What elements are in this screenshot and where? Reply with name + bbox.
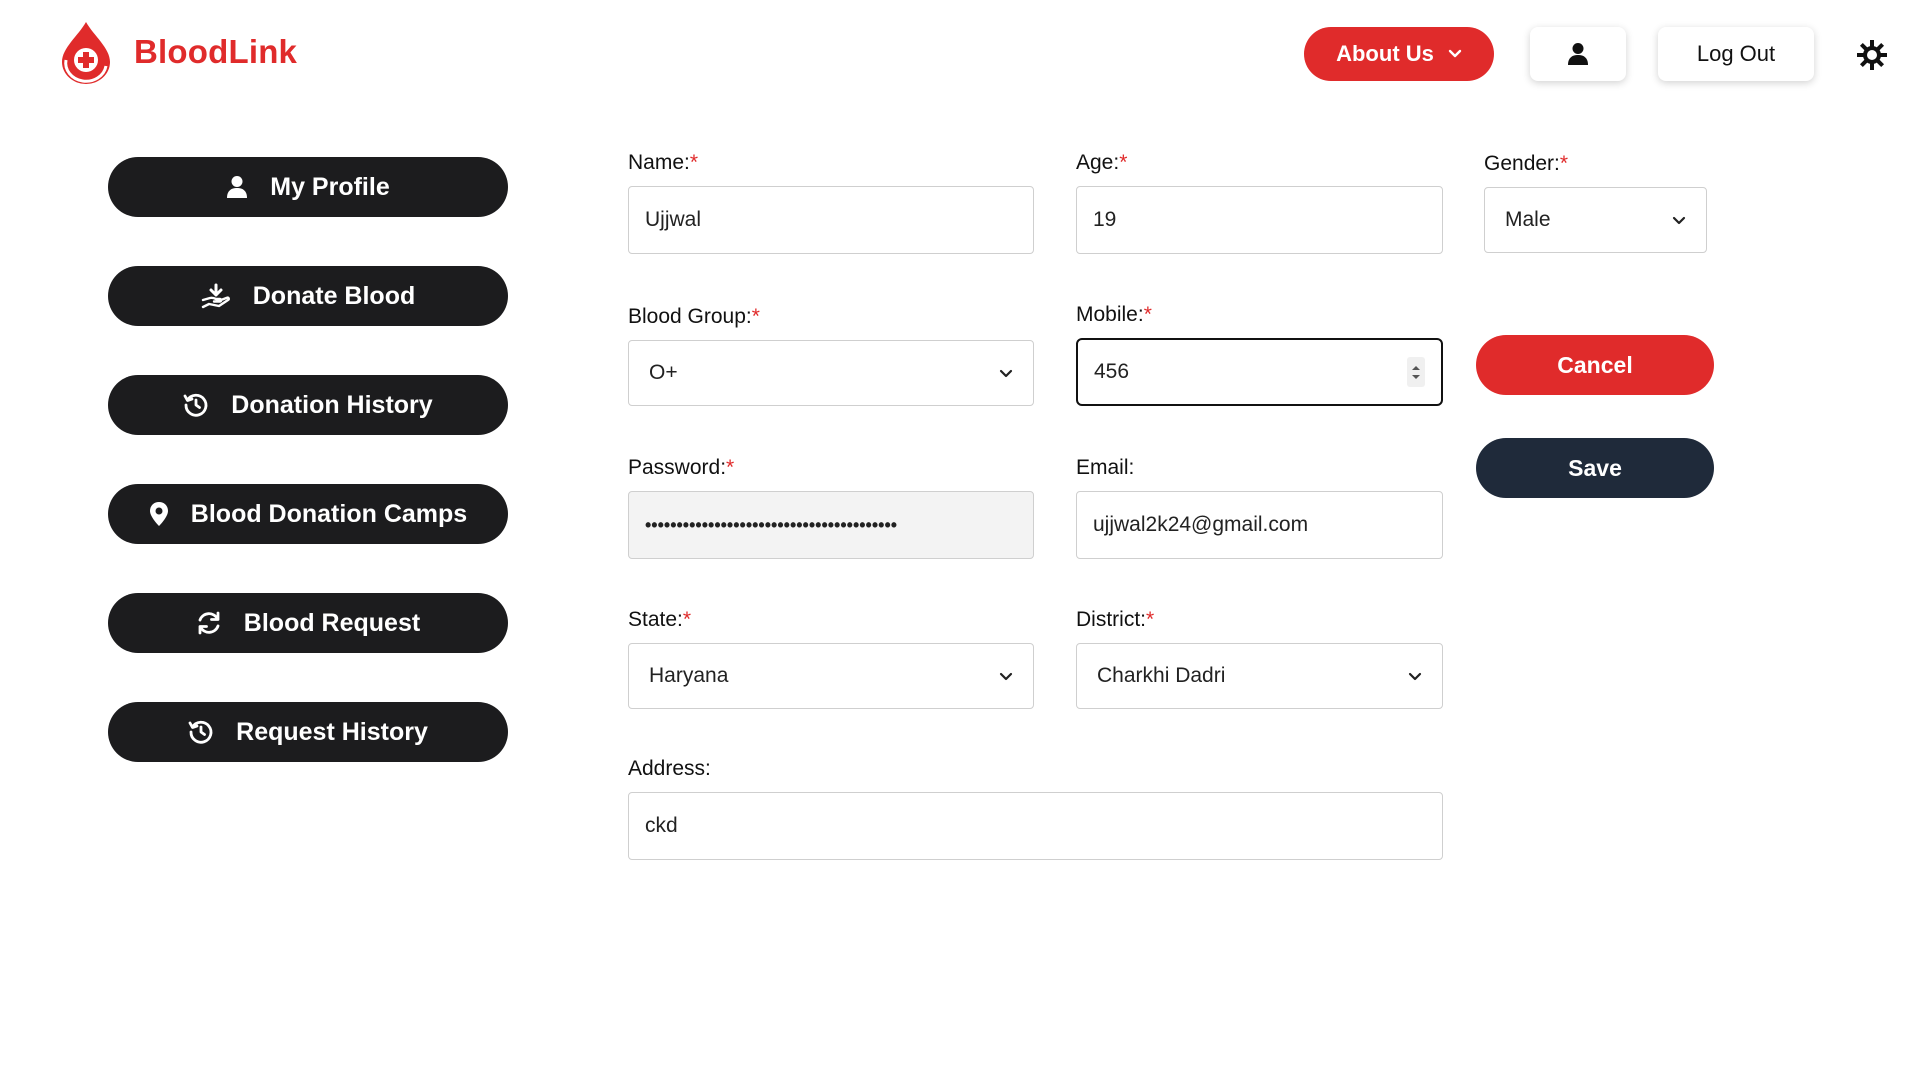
chevron-down-icon <box>1672 216 1686 224</box>
required-asterisk: * <box>1119 151 1128 174</box>
about-us-label: About Us <box>1336 41 1434 66</box>
mobile-value: 456 <box>1094 360 1130 383</box>
address-input[interactable]: ckd <box>628 792 1443 860</box>
chevron-down-icon <box>1448 49 1462 58</box>
email-label: Email: <box>1076 456 1135 479</box>
user-icon <box>227 176 248 198</box>
age-value: 19 <box>1093 208 1117 231</box>
district-value: Charkhi Dadri <box>1097 664 1226 687</box>
blood-group-field-group: Blood Group:* O+ <box>628 304 1034 406</box>
required-asterisk: * <box>1146 608 1155 631</box>
sidebar-item-label: My Profile <box>270 172 390 201</box>
name-label: Name:* <box>628 151 699 174</box>
name-field-group: Name:* Ujjwal <box>628 150 1034 254</box>
brand-name: BloodLink <box>134 33 298 70</box>
user-profile-button[interactable] <box>1530 27 1626 81</box>
save-button[interactable]: Save <box>1476 438 1714 498</box>
required-asterisk: * <box>726 456 735 479</box>
required-asterisk: * <box>751 305 760 328</box>
email-field-group: Email: ujjwal2k24@gmail.com <box>1076 455 1443 559</box>
age-input[interactable]: 19 <box>1076 186 1443 254</box>
sidebar-item-blood-donation-camps[interactable]: Blood Donation Camps <box>108 484 508 544</box>
required-asterisk: * <box>682 608 692 631</box>
password-value: •••••••••••••••••••••••••••••••••••••••• <box>645 514 898 535</box>
gender-field-group: Gender:* Male <box>1484 151 1707 253</box>
stepper-down-icon[interactable] <box>1411 374 1421 380</box>
required-asterisk: * <box>689 151 699 174</box>
required-asterisk: * <box>1559 152 1569 175</box>
sidebar-nav: My Profile Donate Blood Donation History… <box>108 157 508 811</box>
district-select[interactable]: Charkhi Dadri <box>1076 643 1443 709</box>
mobile-field-group: Mobile:* 456 <box>1076 302 1443 406</box>
gender-label: Gender:* <box>1484 152 1569 175</box>
user-icon <box>1568 43 1588 65</box>
refresh-icon <box>198 611 220 635</box>
state-label: State:* <box>628 608 692 631</box>
blood-drop-logo-icon <box>62 22 110 84</box>
password-input[interactable]: •••••••••••••••••••••••••••••••••••••••• <box>628 491 1034 559</box>
sidebar-item-label: Request History <box>236 717 428 746</box>
sidebar-item-my-profile[interactable]: My Profile <box>108 157 508 217</box>
gender-value: Male <box>1505 208 1551 231</box>
gender-select[interactable]: Male <box>1484 187 1707 253</box>
location-pin-icon <box>149 502 168 526</box>
chevron-down-icon <box>999 672 1013 680</box>
sidebar-item-request-history[interactable]: Request History <box>108 702 508 762</box>
district-field-group: District:* Charkhi Dadri <box>1076 607 1443 709</box>
address-field-group: Address: ckd <box>628 756 1443 860</box>
about-us-dropdown-button[interactable]: About Us <box>1304 27 1494 81</box>
address-label: Address: <box>628 757 711 780</box>
theme-toggle-button[interactable] <box>1855 38 1889 72</box>
name-value: Ujjwal <box>645 208 702 231</box>
blood-group-select[interactable]: O+ <box>628 340 1034 406</box>
address-value: ckd <box>645 814 678 837</box>
blood-group-label: Blood Group:* <box>628 305 760 328</box>
blood-group-value: O+ <box>649 361 678 384</box>
brand-logo[interactable]: BloodLink <box>56 20 297 84</box>
sun-icon <box>1857 40 1887 70</box>
sidebar-item-label: Donation History <box>231 390 433 419</box>
sidebar-item-donation-history[interactable]: Donation History <box>108 375 508 435</box>
sidebar-item-blood-request[interactable]: Blood Request <box>108 593 508 653</box>
history-icon <box>183 393 208 417</box>
mobile-label: Mobile:* <box>1076 303 1152 326</box>
mobile-input[interactable]: 456 <box>1076 338 1443 406</box>
age-label: Age:* <box>1076 151 1128 174</box>
cancel-button[interactable]: Cancel <box>1476 335 1714 395</box>
required-asterisk: * <box>1143 303 1152 326</box>
name-input[interactable]: Ujjwal <box>628 186 1034 254</box>
history-icon <box>188 720 213 744</box>
email-input[interactable]: ujjwal2k24@gmail.com <box>1076 491 1443 559</box>
sidebar-item-donate-blood[interactable]: Donate Blood <box>108 266 508 326</box>
district-label: District:* <box>1076 608 1155 631</box>
state-select[interactable]: Haryana <box>628 643 1034 709</box>
sidebar-item-label: Blood Request <box>243 608 421 637</box>
donate-hand-icon <box>201 283 230 309</box>
sidebar-item-label: Blood Donation Camps <box>190 499 468 528</box>
chevron-down-icon <box>999 369 1013 377</box>
state-field-group: State:* Haryana <box>628 607 1034 709</box>
logout-button[interactable]: Log Out <box>1658 27 1814 81</box>
state-value: Haryana <box>649 664 729 687</box>
age-field-group: Age:* 19 <box>1076 150 1443 254</box>
stepper-up-icon[interactable] <box>1411 365 1421 371</box>
email-value: ujjwal2k24@gmail.com <box>1093 513 1309 536</box>
password-field-group: Password:* •••••••••••••••••••••••••••••… <box>628 455 1034 559</box>
number-stepper[interactable] <box>1407 357 1425 387</box>
sidebar-item-label: Donate Blood <box>252 281 416 310</box>
password-label: Password:* <box>628 456 735 479</box>
chevron-down-icon <box>1408 672 1422 680</box>
